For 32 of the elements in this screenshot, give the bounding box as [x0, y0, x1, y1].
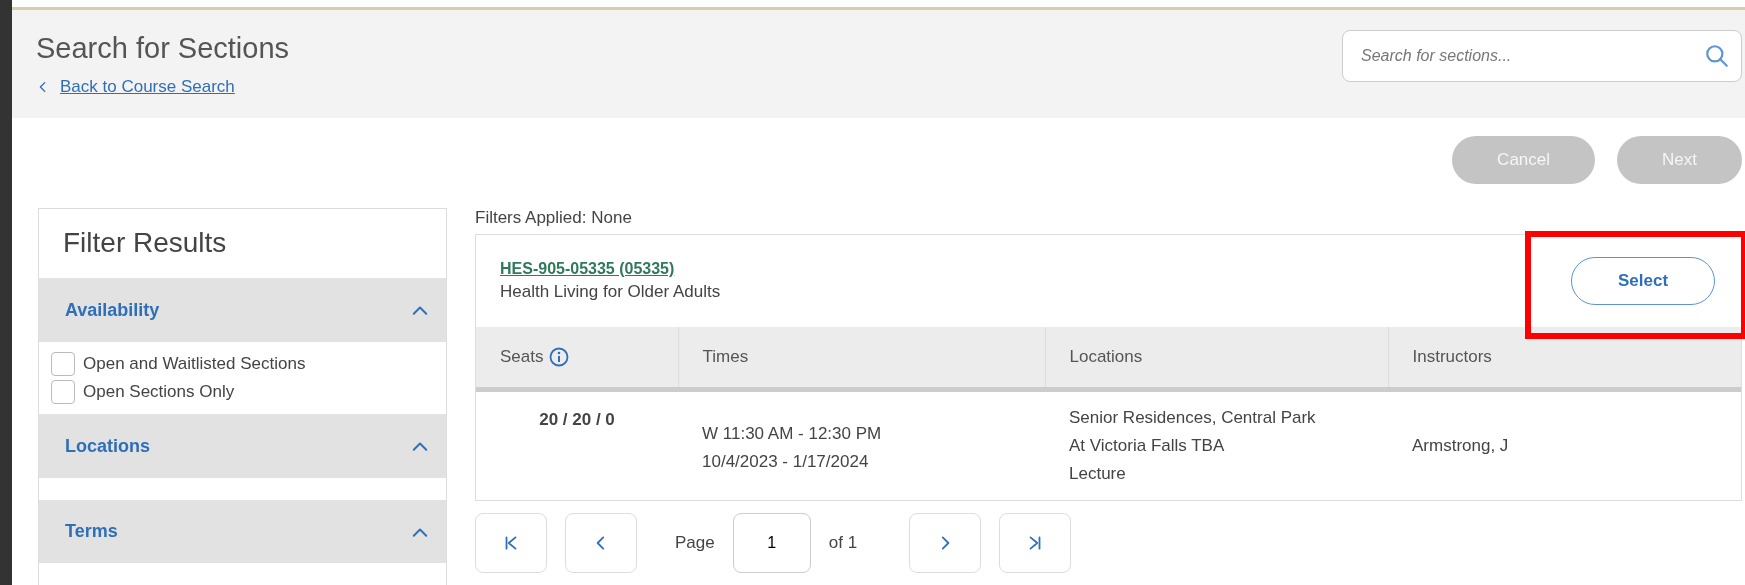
checkbox-label: Open Sections Only: [83, 382, 235, 403]
column-header: Locations: [1045, 327, 1388, 390]
filter-group-header[interactable]: Availability: [39, 278, 446, 343]
next-page-button[interactable]: [909, 513, 982, 573]
filters-applied-text: Filters Applied: None: [475, 208, 633, 228]
select-button[interactable]: Select: [1571, 257, 1715, 305]
checkbox[interactable]: [51, 380, 75, 405]
page-input[interactable]: 1: [732, 513, 811, 573]
checkbox-label: Open and Waitlisted Sections: [83, 354, 306, 375]
page-total: of 1: [828, 533, 858, 553]
page-label: Page: [675, 533, 715, 553]
instructor-cell: Armstrong, J: [1388, 389, 1741, 500]
column-label: Seats: [500, 347, 544, 367]
filter-title: Filter Results: [62, 226, 228, 260]
previous-page-button[interactable]: [565, 513, 637, 573]
column-header: Times: [678, 327, 1045, 390]
search-icon: [1704, 43, 1730, 69]
checkbox[interactable]: [51, 352, 75, 377]
info-icon: [549, 347, 570, 367]
locations-cell: Senior Residences, Central Park At Victoria Falls TBA Lecture: [1045, 389, 1388, 500]
column-header: Instructors: [1388, 327, 1741, 390]
back-link[interactable]: Back to Course Search: [60, 77, 235, 97]
filter-group-header[interactable]: Terms: [39, 499, 446, 564]
search-field[interactable]: Search for sections...: [1342, 30, 1742, 82]
section-code-link[interactable]: HES-905-05335 (05335): [500, 260, 721, 278]
first-page-button[interactable]: [475, 513, 547, 573]
times-cell: W 11:30 AM - 12:30 PM 10/4/2023 - 1/17/2024: [678, 389, 1045, 500]
page-title: Search for Sections: [36, 32, 290, 65]
filter-group-header[interactable]: Locations: [39, 414, 446, 478]
last-page-button[interactable]: [999, 513, 1072, 573]
seats-cell: 20 / 20 / 0: [476, 389, 678, 500]
section-title: Health Living for Older Adults: [500, 282, 721, 301]
